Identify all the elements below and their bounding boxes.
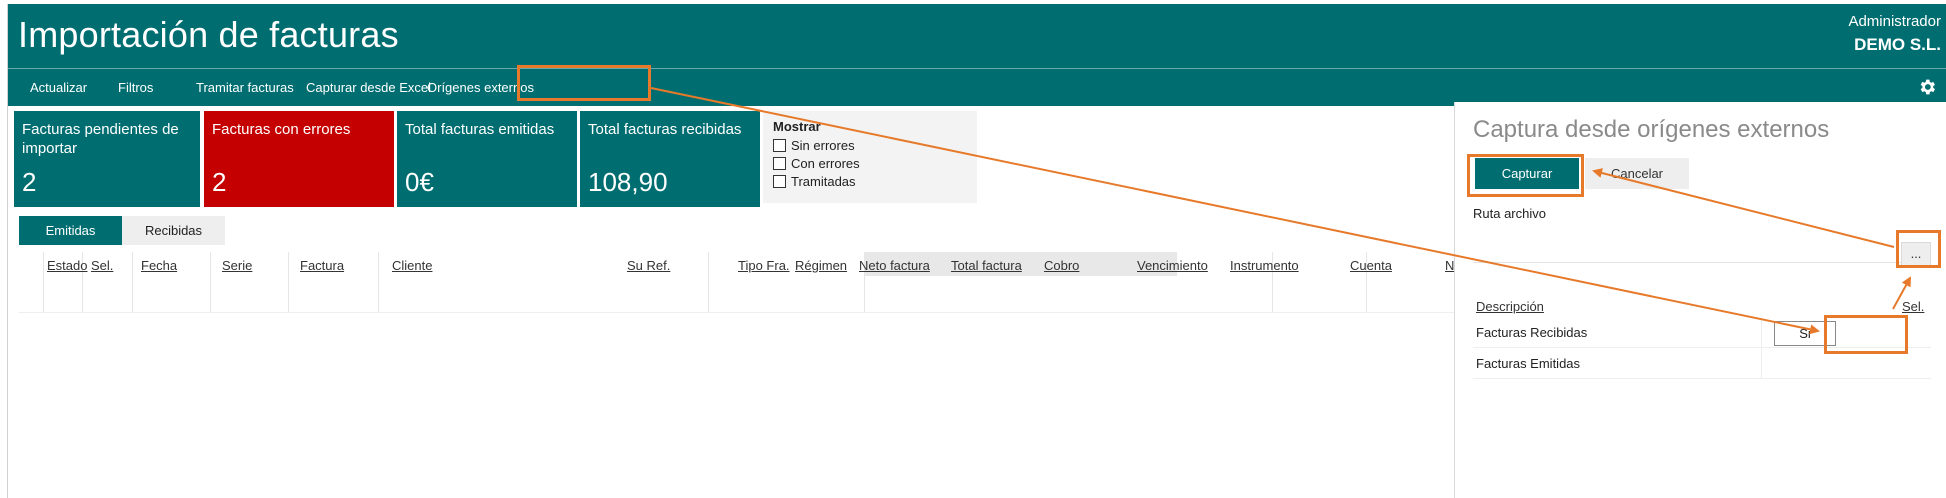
col-descripcion[interactable]: Descripción [1476, 299, 1544, 314]
gear-icon[interactable] [1917, 77, 1937, 97]
company-name[interactable]: DEMO S.L. [1854, 35, 1941, 55]
table-column-divider [19, 252, 44, 312]
tile-received-label: Total facturas recibidas [588, 121, 742, 138]
tab-emitidas[interactable]: Emitidas [19, 216, 122, 245]
row-description: Facturas Recibidas [1476, 325, 1588, 340]
header-bar: Importación de facturas Administrador DE… [8, 4, 1946, 68]
capture-panel: Captura desde orígenes externos Capturar… [1454, 102, 1946, 498]
toolbar-origenes-externos-button[interactable]: Orígenes externos [427, 80, 534, 95]
filter-sin-errores-label: Sin errores [791, 138, 855, 153]
col-factura[interactable]: Factura [300, 258, 344, 273]
tile-errors-label: Facturas con errores [212, 121, 351, 138]
filter-sin-errores[interactable]: Sin errores [773, 138, 855, 153]
filter-tramitadas-label: Tramitadas [791, 174, 856, 189]
invoices-table: Estado Sel. Fecha Serie Factura Cliente … [19, 252, 1459, 314]
tile-issued-label: Total facturas emitidas [405, 121, 555, 138]
tile-received[interactable]: Total facturas recibidas 108,90 [580, 111, 760, 207]
col-serie[interactable]: Serie [222, 258, 252, 273]
col-cuenta[interactable]: Cuenta [1350, 258, 1392, 273]
cancelar-button[interactable]: Cancelar [1585, 158, 1689, 189]
tile-pending[interactable]: Facturas pendientes de importar 2 [14, 111, 200, 207]
filter-con-errores[interactable]: Con errores [773, 156, 860, 171]
col-tipo-fra[interactable]: Tipo Fra. [738, 258, 790, 273]
filter-tramitadas[interactable]: Tramitadas [773, 174, 856, 189]
tile-pending-value: 2 [22, 167, 37, 197]
col-sel-panel[interactable]: Sel. [1902, 299, 1924, 314]
toolbar-actualizar-button[interactable]: Actualizar [30, 80, 87, 95]
page-title: Importación de facturas [18, 14, 399, 55]
table-row-line [19, 312, 1459, 313]
filter-con-errores-label: Con errores [791, 156, 860, 171]
col-neto-factura[interactable]: Neto factura [859, 258, 930, 273]
col-cobro[interactable]: Cobro [1044, 258, 1079, 273]
tile-errors-value: 2 [212, 167, 227, 197]
col-regimen[interactable]: Régimen [795, 258, 847, 273]
col-fecha[interactable]: Fecha [141, 258, 177, 273]
col-vencimiento[interactable]: Vencimiento [1137, 258, 1208, 273]
tile-pending-label: Facturas pendientes de importar [22, 121, 179, 157]
toolbar-filtros-button[interactable]: Filtros [118, 80, 153, 95]
toolbar: Actualizar Filtros Tramitar facturas Cap… [8, 69, 1946, 106]
browse-file-button[interactable]: ... [1901, 242, 1931, 268]
ruta-archivo-field[interactable] [1473, 262, 1913, 263]
checkbox[interactable] [773, 139, 786, 152]
toolbar-tramitar-button[interactable]: Tramitar facturas [196, 80, 294, 95]
tile-issued[interactable]: Total facturas emitidas 0€ [397, 111, 577, 207]
col-instrumento[interactable]: Instrumento [1230, 258, 1299, 273]
ruta-archivo-label: Ruta archivo [1473, 206, 1546, 221]
panel-title: Captura desde orígenes externos [1473, 116, 1830, 143]
user-role[interactable]: Administrador [1848, 13, 1941, 30]
col-estado[interactable]: Estado [47, 258, 87, 273]
row-description: Facturas Emitidas [1476, 356, 1581, 371]
capturar-button[interactable]: Capturar [1475, 158, 1579, 189]
list-item[interactable]: Facturas Emitidas [1473, 348, 1931, 379]
col-total-factura[interactable]: Total factura [951, 258, 1022, 273]
tile-errors[interactable]: Facturas con errores 2 [204, 111, 394, 207]
tile-received-value: 108,90 [588, 167, 668, 197]
mostrar-filter: Mostrar Sin errores Con errores Tramitad… [763, 111, 977, 203]
toolbar-capturar-excel-button[interactable]: Capturar desde Excel [306, 80, 431, 95]
sel-value-box[interactable]: Si [1774, 321, 1836, 346]
tile-issued-value: 0€ [405, 167, 434, 197]
list-item[interactable]: Facturas Recibidas Si [1473, 317, 1931, 348]
tab-recibidas[interactable]: Recibidas [122, 216, 225, 245]
mostrar-title: Mostrar [773, 119, 821, 134]
col-cliente[interactable]: Cliente [392, 258, 432, 273]
row-sel-cell [1761, 348, 1931, 379]
col-sel[interactable]: Sel. [91, 258, 113, 273]
col-su-ref[interactable]: Su Ref. [627, 258, 670, 273]
checkbox[interactable] [773, 175, 786, 188]
checkbox[interactable] [773, 157, 786, 170]
